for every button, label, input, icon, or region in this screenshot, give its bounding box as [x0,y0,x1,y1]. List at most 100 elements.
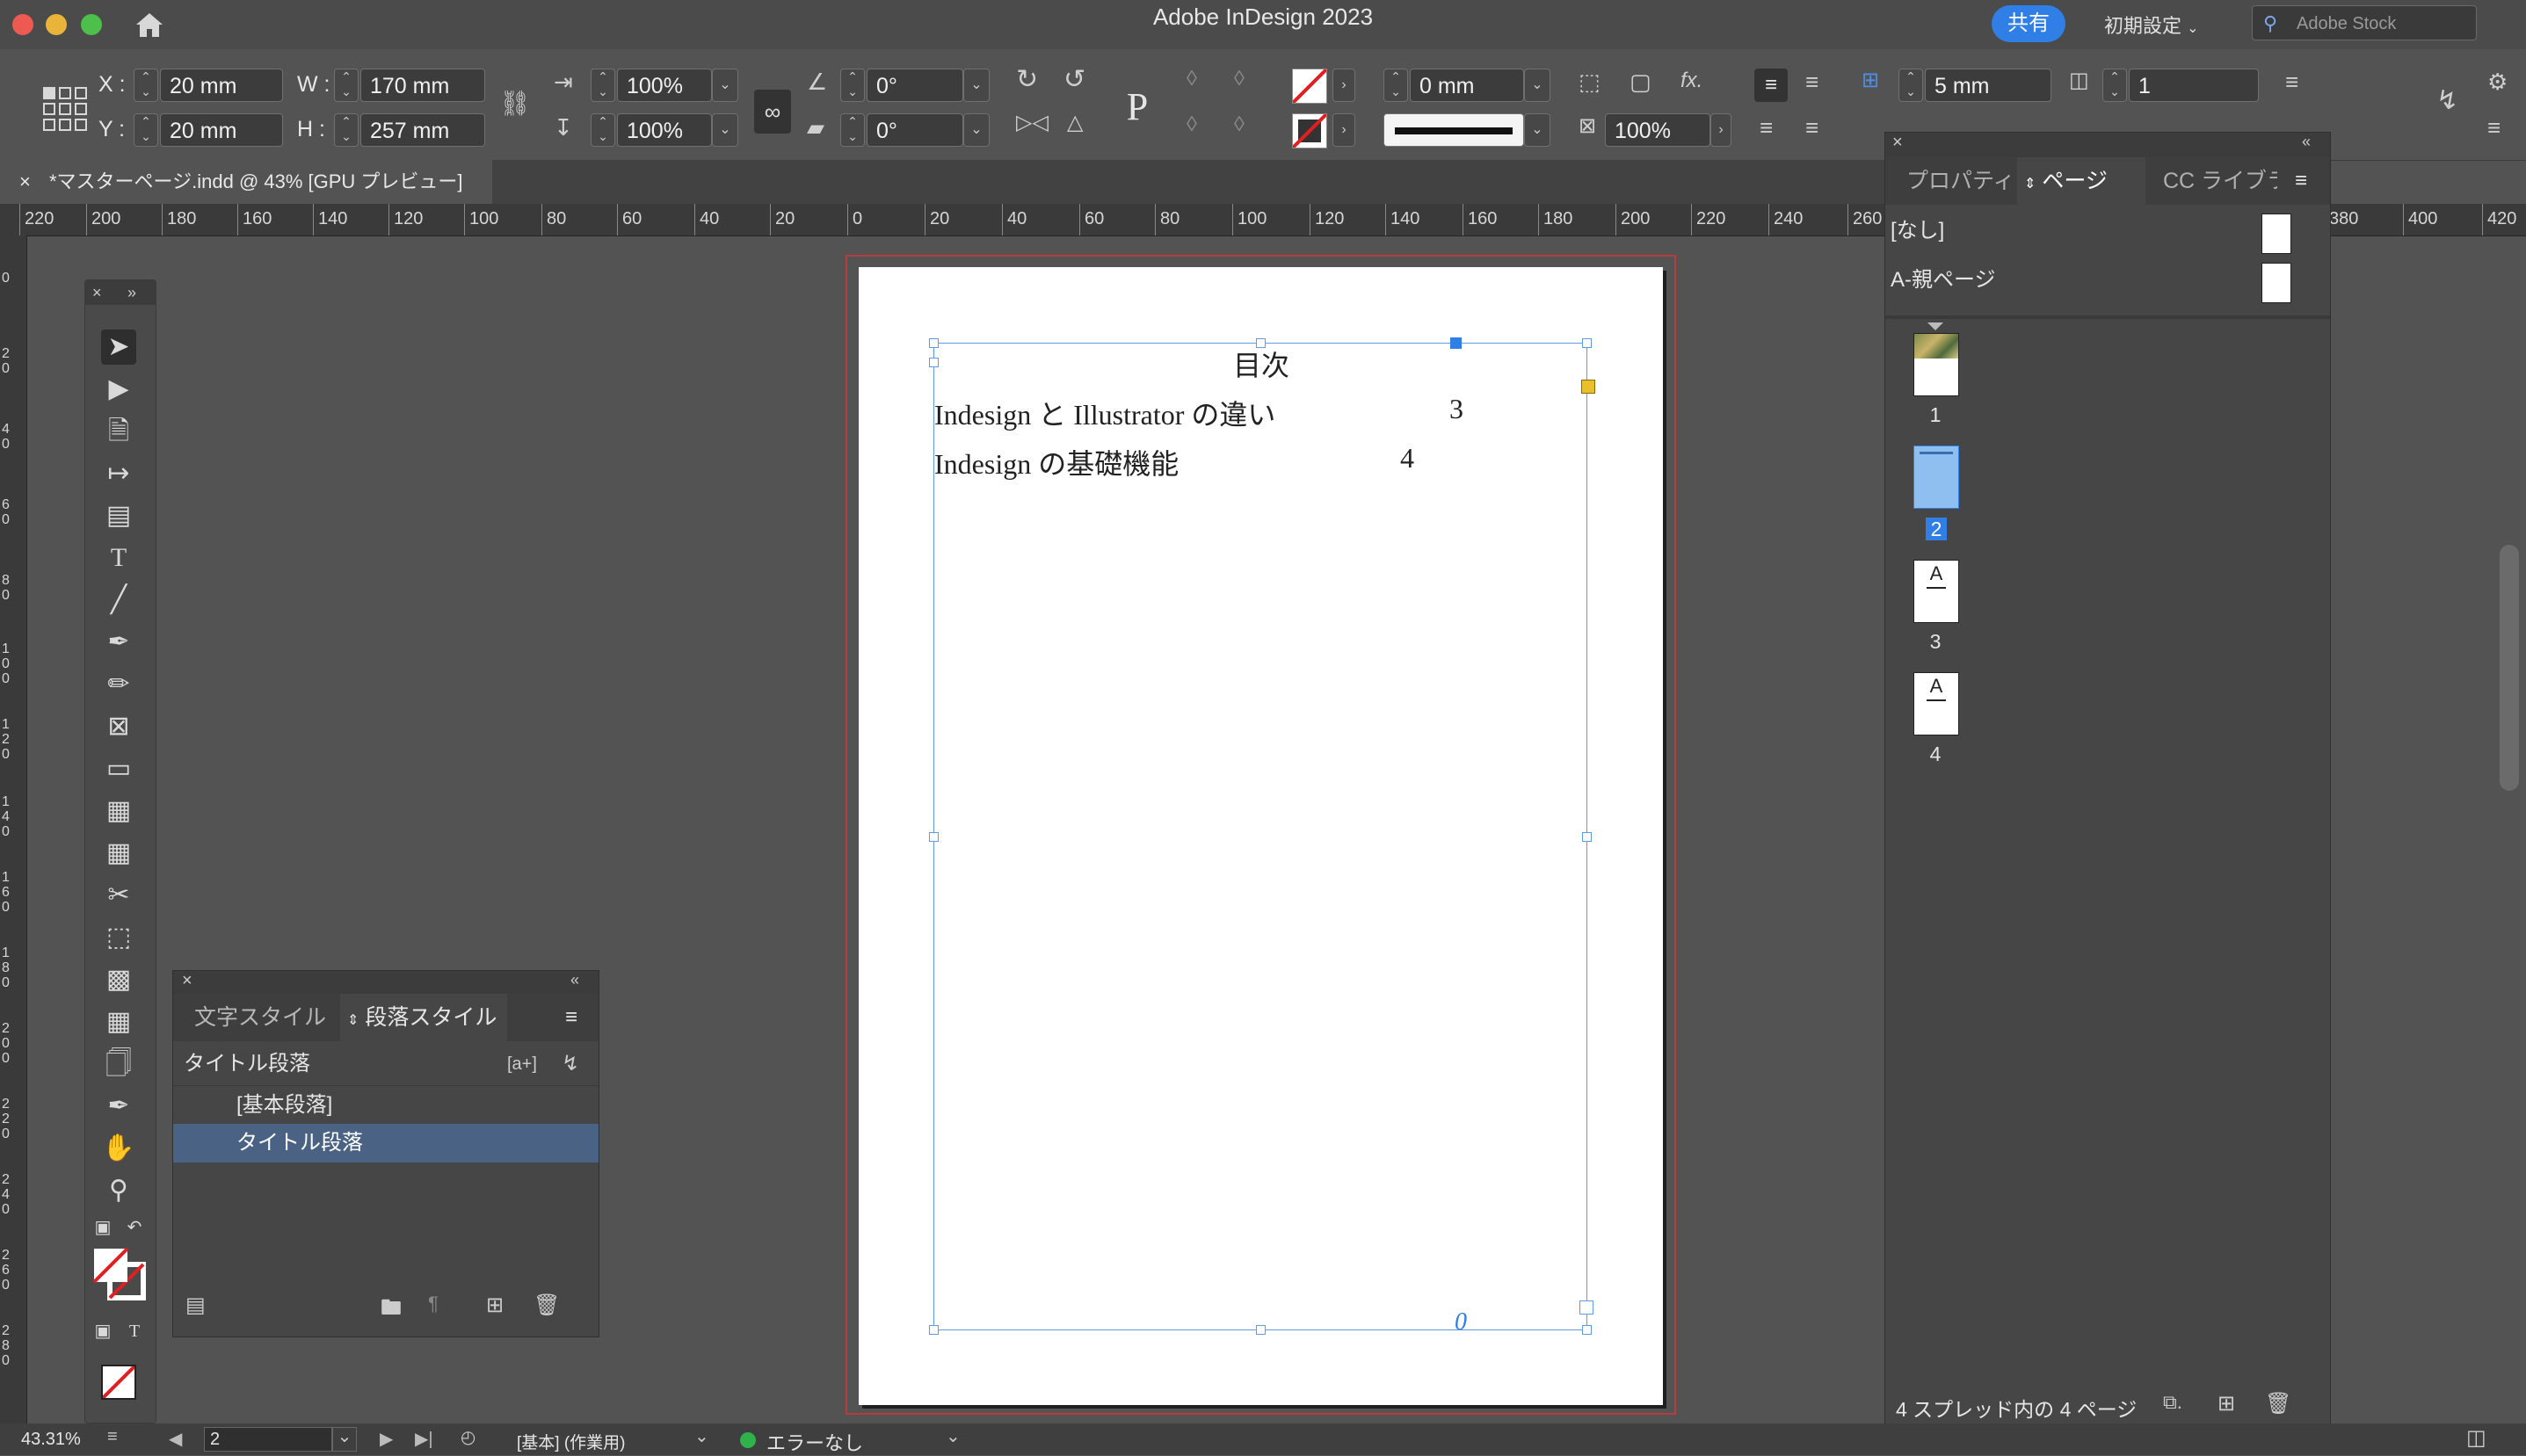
stroke-weight-stepper[interactable]: ⌃ ⌄ [1383,69,1408,102]
text-frame-options-icon[interactable]: ≡ [2285,70,2298,93]
panel-menu-icon[interactable]: ≡ [565,994,577,1041]
in-port-handle[interactable] [929,358,939,367]
collapse-icon[interactable]: « [2302,133,2311,151]
frame-handle-bl[interactable] [929,1325,939,1335]
panel-menu-icon[interactable]: ≡ [2295,157,2307,205]
h-stepper[interactable]: ⌃ ⌄ [334,113,359,147]
tab-properties[interactable]: プロパティ [1906,157,2015,205]
rectangle-frame-tool-icon[interactable]: ⊠ [101,709,136,744]
frame-handle-bc[interactable] [1256,1325,1266,1335]
scale-y-stepper[interactable]: ⌃ ⌄ [591,113,615,147]
swap-colors-icon[interactable]: ↶ [122,1210,147,1245]
page-thumbnail-1[interactable] [1913,333,1959,396]
shear-dropdown[interactable]: ⌄ [963,113,990,147]
rotate-cw-icon[interactable]: ↻ [1016,67,1038,93]
type-tool-icon[interactable]: T [101,540,136,576]
rotation-dropdown[interactable]: ⌄ [963,69,990,102]
tab-paragraph-styles[interactable]: ⇕ 段落スタイル [340,994,507,1041]
note-tool-icon[interactable]: 🗍 [101,1047,136,1082]
stroke-type-select[interactable] [1383,113,1524,147]
new-page-icon[interactable]: ⊞ [2218,1391,2235,1416]
direct-selection-tool-icon[interactable]: ▶ [101,372,136,407]
shear-field[interactable]: 0° [867,113,963,147]
preflight-profile-icon[interactable]: ◴ [461,1426,475,1448]
zoom-level[interactable]: 43.31% [21,1430,81,1450]
close-tab-icon[interactable]: × [19,160,31,204]
share-button[interactable]: 共有 [1992,5,2065,42]
select-container-icon[interactable]: ◊ [1187,69,1197,90]
effects-fx-icon[interactable]: fx. [1680,70,1702,91]
columns-field[interactable]: 1 [2129,69,2259,102]
clear-overrides-icon[interactable]: ▤ [185,1293,206,1318]
select-previous-icon[interactable]: ◊ [1234,114,1245,135]
default-colors-icon[interactable]: ▣ [91,1210,115,1245]
out-port-handle[interactable] [1579,1300,1593,1315]
x-stepper[interactable]: ⌃ ⌄ [134,69,158,102]
adobe-stock-search[interactable]: ⚲ Adobe Stock [2252,5,2477,40]
w-stepper[interactable]: ⌃ ⌄ [334,69,359,102]
panel-menu-icon[interactable]: ≡ [2487,116,2501,139]
reference-point-icon[interactable] [42,86,88,132]
workspace-switcher[interactable]: 初期設定 ⌄ [2104,11,2199,39]
gap-field[interactable]: 5 mm [1925,69,2051,102]
stroke-menu-arrow[interactable]: › [1332,113,1355,147]
panel-layout-icon[interactable]: ◫ [2466,1425,2486,1451]
rectangle-tool-icon[interactable]: ▭ [101,751,136,786]
list-item[interactable]: [基本段落] [173,1085,599,1125]
toc-text-frame[interactable]: 目次 Indesign と Illustrator の違い 3 Indesign… [929,337,1595,1336]
gap-stepper[interactable]: ⌃ ⌄ [1898,69,1923,102]
pen-tool-icon[interactable]: ✒ [101,625,136,660]
constrain-proportions-icon[interactable]: ⛓ [499,91,531,116]
close-icon[interactable]: × [92,280,102,305]
delete-page-trash-icon[interactable]: 🗑 [2265,1391,2291,1416]
y-field[interactable]: 20 mm [160,113,283,147]
x-field[interactable]: 20 mm [160,69,283,102]
opacity-field[interactable]: 100% [1605,113,1710,147]
fill-stroke-swatch[interactable] [92,1247,147,1301]
flip-horizontal-icon[interactable]: ▷◁ [1016,112,1049,134]
hand-tool-icon[interactable]: ✋ [101,1131,136,1166]
rotation-stepper[interactable]: ⌃ ⌄ [840,69,865,102]
gap-tool-icon[interactable]: ↦ [101,456,136,491]
align-text-bottom-icon[interactable]: ≡ [1760,116,1773,139]
frame-handle-tl[interactable] [929,338,939,348]
quick-actions-icon[interactable]: ↯ [2436,88,2458,114]
table-tool-icon[interactable]: ▦ [101,793,136,829]
scissors-tool-icon[interactable]: ✂ [101,878,136,913]
h-field[interactable]: 257 mm [360,113,485,147]
p-reference-icon[interactable]: P [1113,81,1162,134]
zoom-menu-icon[interactable]: ≡ [107,1427,118,1447]
content-collector-icon[interactable]: ▤ [101,498,136,533]
drop-shadow-icon[interactable]: ▢ [1630,70,1651,93]
preflight-status-text[interactable]: エラーなし [766,1428,863,1456]
corner-options-icon[interactable]: ⬚ [1579,70,1601,93]
page-number-field[interactable]: 2 [204,1427,332,1452]
settings-gear-icon[interactable]: ⚙ [2487,70,2508,93]
panel-divider[interactable] [1885,315,2330,319]
formatting-container-icon[interactable]: ▣ [91,1314,115,1349]
fill-none-swatch[interactable] [1292,69,1327,104]
align-text-justify-icon[interactable]: ≡ [1805,116,1818,139]
page-thumbnail-3[interactable]: A [1913,560,1959,623]
flip-vertical-icon[interactable]: △ [1067,112,1083,134]
edit-page-size-icon[interactable]: ⧉. [2163,1391,2182,1414]
select-next-icon[interactable]: ◊ [1234,69,1245,90]
tab-cc-libraries[interactable]: CC ライブラ [2163,157,2277,205]
opacity-arrow[interactable]: › [1710,113,1731,147]
frame-handle-tr[interactable] [1582,338,1592,348]
frame-handle-ml[interactable] [929,832,939,842]
clear-style-overrides-icon[interactable]: ¶ [428,1293,439,1315]
select-content-icon[interactable]: ◊ [1187,114,1197,135]
eyedropper-tool-icon[interactable]: ✒ [101,1089,136,1124]
stroke-weight-dropdown[interactable]: ⌄ [1524,69,1550,102]
first-page-icon[interactable]: ◀ [169,1428,182,1450]
delete-style-trash-icon[interactable]: 🗑 [534,1293,560,1318]
stroke-none-swatch[interactable] [1292,113,1327,148]
shear-stepper[interactable]: ⌃ ⌄ [840,113,865,147]
scale-x-dropdown[interactable]: ⌄ [712,69,738,102]
scale-x-stepper[interactable]: ⌃ ⌄ [591,69,615,102]
formatting-text-icon[interactable]: T [122,1314,147,1349]
quick-apply-icon[interactable]: ↯ [562,1045,579,1083]
scale-y-field[interactable]: 100% [617,113,712,147]
page-dropdown[interactable]: ⌄ [332,1427,357,1452]
